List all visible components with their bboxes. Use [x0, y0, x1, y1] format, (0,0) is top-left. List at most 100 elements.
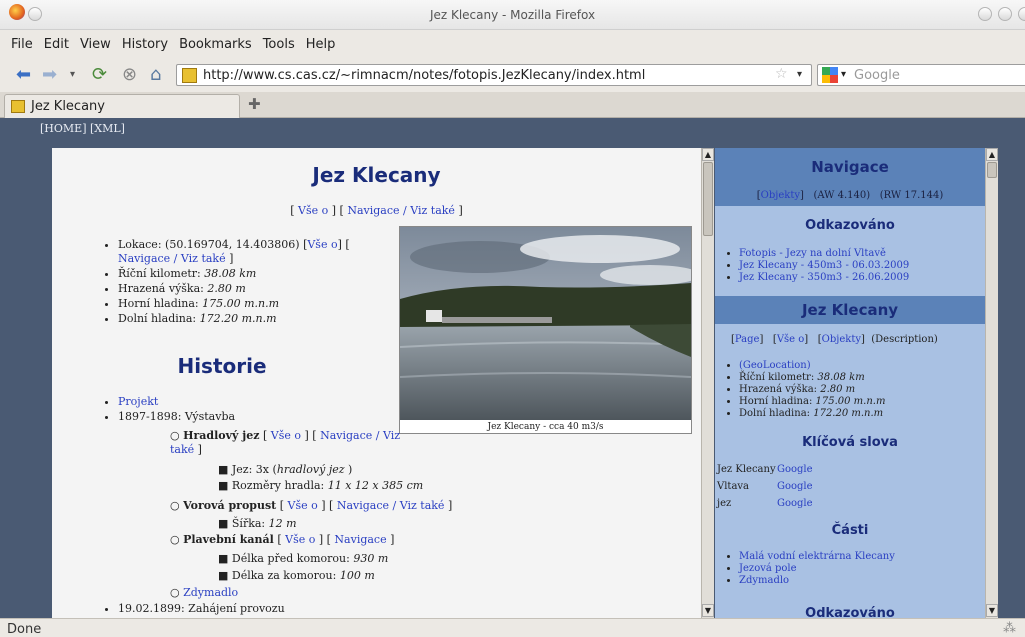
link-navigace[interactable]: Navigace / Viz také [118, 252, 226, 265]
new-tab-icon[interactable]: ✚ [248, 95, 261, 113]
forward-icon[interactable]: ➡ [42, 65, 57, 85]
menu-bar: File Edit View History Bookmarks Tools Help [0, 30, 1025, 57]
hradlovy-details: ■ Jez: 3x (hradlový jez ) ■ Rozměry hrad… [218, 462, 423, 494]
back-icon[interactable]: ⬅ [16, 65, 31, 85]
link-vse-o[interactable]: Vše o [288, 499, 318, 512]
scroll-up-icon[interactable]: ▲ [702, 148, 714, 161]
list-item: Fotopis - Jezy na dolní Vltavě [739, 248, 909, 260]
list-item: (GeoLocation) [739, 360, 885, 372]
status-text: Done [7, 622, 42, 637]
list-item: 19.02.1899: Zahájení provozu [118, 602, 285, 616]
page-title: Jez Klecany [312, 163, 441, 187]
list-item: ■ Délka před komorou: 930 m [218, 552, 389, 565]
menu-view[interactable]: View [80, 37, 111, 52]
list-item: Lokace: (50.169704, 14.403806) [Vše o] [… [118, 238, 398, 266]
link-objekty[interactable]: Objekty [761, 190, 800, 201]
klicova-slova-heading: Klíčová slova [802, 435, 898, 450]
site-favicon-icon [182, 68, 197, 83]
navigace-heading: Navigace [811, 158, 889, 176]
list-item: Hrazená výška: 2.80 m [739, 384, 885, 396]
menu-bookmarks[interactable]: Bookmarks [179, 37, 252, 52]
link-projekt[interactable]: Projekt [118, 395, 158, 408]
nav-row: [Objekty] (AW 4.140) (RW 17.144) [756, 190, 944, 201]
maximize-button[interactable] [998, 7, 1012, 21]
main-scrollbar[interactable]: ▲ ▼ [701, 148, 714, 618]
reload-icon[interactable]: ⟳ [92, 65, 107, 85]
list-item: Malá vodní elektrárna Klecany [739, 551, 895, 563]
list-item: ■ Rozměry hradla: 11 x 12 x 385 cm [218, 479, 424, 492]
minimize-button[interactable] [978, 7, 992, 21]
scroll-thumb[interactable] [987, 162, 997, 178]
link-vse-o[interactable]: Vše o [285, 533, 315, 546]
odkazovano-list: Fotopis - Jezy na dolní Vltavě Jez Kleca… [725, 248, 909, 284]
plavebni-details: ■ Délka před komorou: 930 m ■ Délka za k… [218, 550, 388, 584]
list-item: Hrazená výška: 2.80 m [118, 282, 398, 296]
scroll-up-icon[interactable]: ▲ [986, 148, 998, 161]
history-list-2: 19.02.1899: Zahájení provozu [118, 601, 285, 617]
close-button[interactable] [1018, 7, 1025, 21]
list-item: 1897-1898: Výstavba [118, 410, 538, 424]
bookmark-star-icon[interactable]: ☆ [775, 66, 788, 82]
search-placeholder[interactable]: Google [854, 68, 900, 83]
jez-row: [Page] [Vše o] [Objekty] (Description) [731, 334, 938, 345]
link-navigace[interactable]: Navigace / Viz také [347, 204, 455, 217]
tab-strip: Jez Klecany ✚ [0, 92, 1025, 118]
menu-edit[interactable]: Edit [44, 37, 69, 52]
menu-help[interactable]: Help [306, 37, 336, 52]
top-links: [ Vše o ] [ Navigace / Viz také ] [290, 204, 463, 217]
jez-facts-list: (GeoLocation) Říční kilometr: 38.08 km H… [725, 360, 885, 420]
link-vse-o[interactable]: Vše o [777, 334, 804, 345]
google-engine-icon[interactable] [822, 67, 838, 83]
history-list: Projekt 1897-1898: Výstavba [118, 394, 538, 425]
url-bar[interactable]: http://www.cs.cas.cz/~rimnacm/notes/foto… [176, 64, 812, 86]
list-item: Jezová pole [739, 563, 895, 575]
scroll-down-icon[interactable]: ▼ [986, 604, 998, 617]
search-box[interactable]: ▾ Google [817, 64, 1025, 86]
url-text[interactable]: http://www.cs.cas.cz/~rimnacm/notes/foto… [203, 68, 645, 83]
window-title: Jez Klecany - Mozilla Firefox [429, 8, 596, 22]
home-icon[interactable]: ⌂ [150, 65, 161, 85]
engine-dropdown-icon[interactable]: ▾ [841, 69, 846, 80]
link-vse-o[interactable]: Vše o [271, 429, 301, 442]
url-dropdown-icon[interactable]: ▾ [797, 69, 802, 80]
main-pane: Jez Klecany [ Vše o ] [ Navigace / Viz t… [52, 148, 701, 618]
link-vse-o[interactable]: Vše o [307, 238, 337, 251]
casti-list: Malá vodní elektrárna Klecany Jezová pol… [725, 551, 895, 587]
history-dropdown-icon[interactable]: ▾ [70, 65, 75, 85]
tab-favicon-icon [11, 100, 25, 113]
link-vse-o[interactable]: Vše o [298, 204, 328, 217]
plavebni-kanal-item: ○ Plavební kanál [ Vše o ] [ Navigace ] [170, 533, 395, 546]
vorova-propust-item: ○ Vorová propust [ Vše o ] [ Navigace / … [170, 499, 453, 512]
scroll-down-icon[interactable]: ▼ [702, 604, 714, 617]
browser-window: Jez Klecany - Mozilla Firefox File Edit Vi… [0, 0, 1025, 637]
odkazovano-heading-2: Odkazováno [805, 606, 895, 618]
list-item: Jez Klecany - 350m3 - 26.06.2009 [739, 272, 909, 284]
link-page[interactable]: Page [735, 334, 760, 345]
menu-file[interactable]: File [11, 37, 33, 52]
link-zdymadlo[interactable]: Zdymadlo [183, 586, 238, 599]
casti-heading: Části [831, 523, 869, 538]
list-item: ■ Jez: 3x (hradlový jez ) [218, 463, 353, 476]
menu-history[interactable]: History [122, 37, 168, 52]
list-item: Jez Klecany - 450m3 - 06.03.2009 [739, 260, 909, 272]
scroll-thumb[interactable] [703, 162, 713, 236]
list-item: ■ Šířka: 12 m [218, 517, 297, 530]
link-objekty[interactable]: Objekty [822, 334, 861, 345]
home-xml-links[interactable]: [HOME] [XML] [40, 122, 125, 135]
list-item: Zdymadlo [739, 575, 895, 587]
link-navigace[interactable]: Navigace / Viz také [337, 499, 445, 512]
link-navigace[interactable]: Navigace [334, 533, 386, 546]
menu-tools[interactable]: Tools [263, 37, 295, 52]
status-bar: Done ⁂ [0, 618, 1025, 637]
tab-jez-klecany[interactable]: Jez Klecany [4, 94, 240, 118]
history-heading: Historie [177, 354, 267, 378]
zdymadlo-item: ○ Zdymadlo [170, 586, 239, 599]
jez-klecany-heading: Jez Klecany [801, 301, 899, 319]
resize-grip-icon[interactable]: ⁂ [1003, 621, 1016, 636]
page-content: [HOME] [XML] Jez Klecany [ Vše o ] [ Nav… [0, 118, 1025, 618]
stop-icon[interactable]: ⊗ [122, 65, 137, 85]
table-row: jez Google [717, 498, 813, 509]
list-item: Říční kilometr: 38.08 km [739, 372, 885, 384]
list-item: Dolní hladina: 172.20 m.n.m [739, 408, 885, 420]
side-scrollbar[interactable]: ▲ ▼ [985, 148, 998, 618]
